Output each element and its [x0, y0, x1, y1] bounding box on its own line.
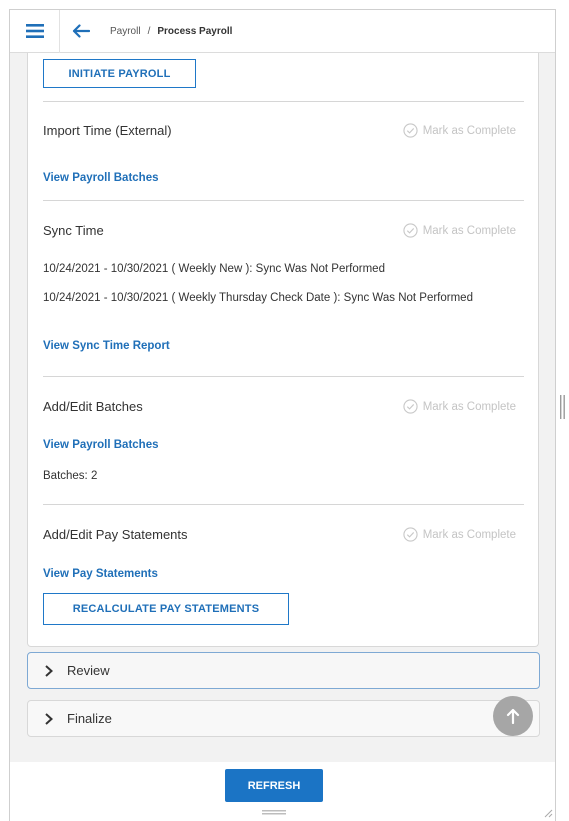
mark-complete-label: Mark as Complete — [422, 224, 516, 237]
view-payroll-batches-link[interactable]: View Payroll Batches — [43, 439, 158, 451]
accordion-review-label: Review — [67, 663, 110, 678]
recalculate-pay-statements-button[interactable]: RECALCULATE PAY STATEMENTS — [43, 593, 289, 625]
mark-complete-label: Mark as Complete — [422, 400, 516, 413]
step-title-import-time: Import Time (External) — [43, 123, 172, 138]
back-button[interactable] — [66, 10, 96, 53]
sync-status-weekly-thursday: 10/24/2021 - 10/30/2021 ( Weekly Thursda… — [43, 292, 473, 304]
hamburger-icon — [25, 24, 44, 38]
resize-grip-icon[interactable] — [543, 808, 553, 818]
mark-complete-add-edit-pay-statements[interactable]: Mark as Complete — [403, 527, 516, 542]
accordion-finalize-label: Finalize — [67, 711, 112, 726]
chevron-right-icon — [44, 664, 56, 677]
accordion-review[interactable]: Review — [27, 652, 540, 689]
breadcrumb-separator: / — [147, 25, 151, 37]
chevron-right-icon — [44, 712, 56, 725]
divider — [43, 504, 524, 505]
check-circle-icon — [403, 223, 418, 238]
scroll-to-top-button[interactable] — [493, 696, 533, 736]
step-title-sync-time: Sync Time — [43, 223, 104, 238]
refresh-button[interactable]: REFRESH — [225, 769, 323, 802]
mark-complete-import-time[interactable]: Mark as Complete — [403, 123, 516, 138]
accordion-finalize[interactable]: Finalize — [27, 700, 540, 737]
mark-complete-sync-time[interactable]: Mark as Complete — [403, 223, 516, 238]
bottom-action-bar: REFRESH — [10, 762, 555, 821]
view-payroll-batches-link[interactable]: View Payroll Batches — [43, 172, 158, 184]
top-bar: Payroll / Process Payroll — [10, 9, 555, 53]
check-circle-icon — [403, 399, 418, 414]
process-steps-card: INITIATE PAYROLL Import Time (External) … — [27, 53, 539, 647]
menu-button[interactable] — [10, 9, 60, 53]
view-sync-time-report-link[interactable]: View Sync Time Report — [43, 340, 170, 352]
panel-resize-grip-icon[interactable] — [560, 395, 566, 419]
mark-complete-add-edit-batches[interactable]: Mark as Complete — [403, 399, 516, 414]
breadcrumb: Payroll / Process Payroll — [110, 26, 232, 37]
step-title-add-edit-batches: Add/Edit Batches — [43, 399, 143, 414]
divider — [43, 101, 524, 102]
mark-complete-label: Mark as Complete — [422, 124, 516, 137]
check-circle-icon — [403, 527, 418, 542]
initiate-payroll-button[interactable]: INITIATE PAYROLL — [43, 59, 196, 88]
breadcrumb-payroll-link[interactable]: Payroll — [110, 26, 141, 37]
check-circle-icon — [403, 123, 418, 138]
sync-status-weekly-new: 10/24/2021 - 10/30/2021 ( Weekly New ): … — [43, 263, 385, 275]
divider — [43, 200, 524, 201]
arrow-up-icon — [506, 708, 520, 724]
breadcrumb-current: Process Payroll — [157, 25, 233, 37]
view-pay-statements-link[interactable]: View Pay Statements — [43, 568, 158, 580]
drag-handle-icon[interactable] — [262, 810, 286, 815]
app-frame: Payroll / Process Payroll INITIATE PAYRO… — [9, 9, 556, 821]
mark-complete-label: Mark as Complete — [422, 528, 516, 541]
arrow-left-icon — [72, 24, 90, 38]
step-title-add-edit-pay-statements: Add/Edit Pay Statements — [43, 527, 188, 542]
batches-count: Batches: 2 — [43, 470, 98, 482]
divider — [43, 376, 524, 377]
